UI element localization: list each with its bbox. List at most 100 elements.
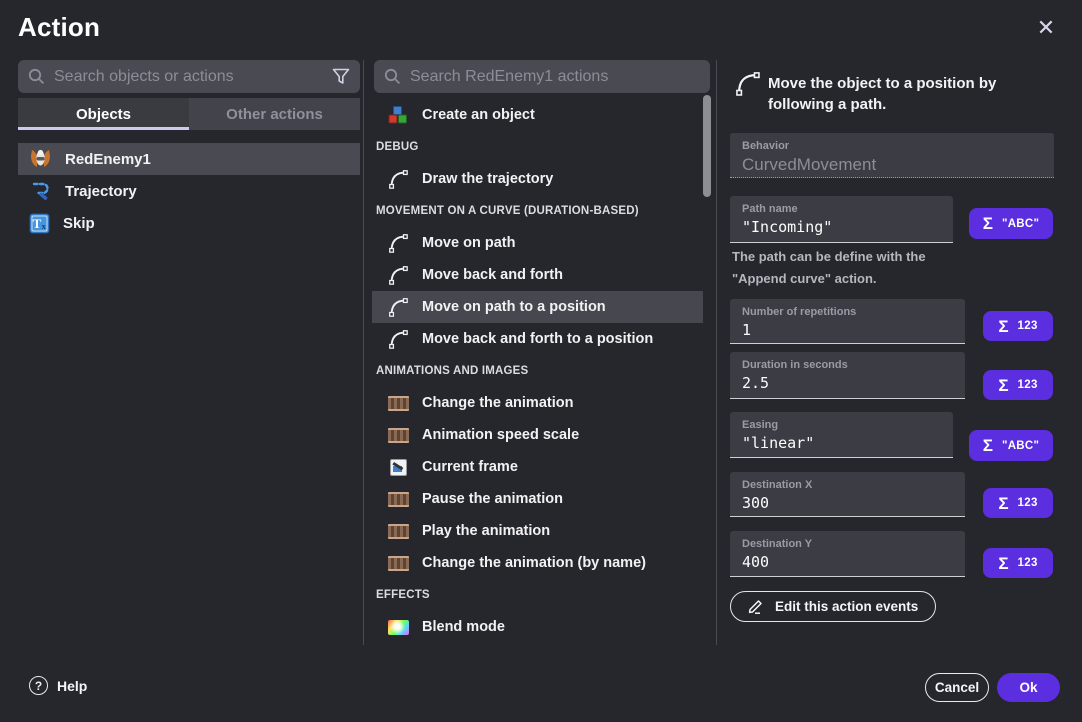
field-easing[interactable]: Easing"linear"	[730, 412, 953, 458]
action-item[interactable]: Move on path to a position	[372, 291, 703, 323]
close-icon[interactable]: ✕	[1032, 14, 1060, 42]
panel-divider-right	[716, 60, 717, 645]
action-item[interactable]: Change the animation (by name)	[372, 547, 703, 579]
tab-other-actions[interactable]: Other actions	[189, 98, 360, 130]
action-item-label: Change the animation (by name)	[422, 555, 646, 571]
actions-scrollbar[interactable]	[703, 95, 711, 197]
actions-search-input[interactable]	[410, 68, 700, 86]
tab-other-actions-label: Other actions	[226, 106, 323, 123]
tab-objects[interactable]: Objects	[18, 98, 189, 130]
panel-divider-left	[363, 60, 364, 645]
field-value[interactable]: 400	[742, 553, 953, 571]
field-value: CurvedMovement	[742, 155, 1042, 175]
objects-searchbar[interactable]	[18, 60, 360, 93]
field-value[interactable]: 1	[742, 321, 953, 339]
actions-searchbar[interactable]	[374, 60, 710, 93]
field-path-name[interactable]: Path name "Incoming"	[730, 196, 953, 243]
help-label: Help	[57, 678, 87, 694]
section-header-label: EFFECTS	[376, 589, 430, 601]
action-item[interactable]: Pause the animation	[372, 483, 703, 515]
field-duration-in-seconds[interactable]: Duration in seconds 2.5	[730, 352, 965, 399]
action-item-label: Move back and forth to a position	[422, 331, 653, 347]
action-item[interactable]: Draw the trajectory	[372, 163, 703, 195]
action-details-panel: Move the object to a position by followi…	[730, 60, 1064, 650]
cubes-icon	[387, 104, 409, 126]
field-label: Duration in seconds	[742, 359, 953, 371]
sigma-icon: Σ	[983, 437, 993, 454]
edit-action-events-button[interactable]: Edit this action events	[730, 591, 936, 622]
objects-search-input[interactable]	[54, 68, 323, 86]
field-value[interactable]: "linear"	[742, 434, 941, 452]
red-enemy-icon	[29, 148, 52, 170]
edit-action-events-label: Edit this action events	[775, 599, 918, 614]
sigma-icon: Σ	[998, 495, 1008, 512]
curve-icon	[387, 328, 409, 350]
action-item-label: Move on path to a position	[422, 299, 606, 315]
section-header: ANIMATIONS AND IMAGES	[372, 355, 703, 387]
cancel-button[interactable]: Cancel	[925, 673, 989, 702]
object-item-redenemy1[interactable]: RedEnemy1	[18, 143, 360, 175]
object-item-label: RedEnemy1	[65, 151, 151, 168]
field-label: Number of repetitions	[742, 306, 953, 318]
expression-type-label: 123	[1018, 320, 1038, 332]
field-helper-text: The path can be define with the "Append …	[732, 246, 982, 290]
action-item[interactable]: Change the animation	[372, 387, 703, 419]
tab-objects-label: Objects	[76, 106, 131, 123]
field-destination-x[interactable]: Destination X300	[730, 472, 965, 517]
field-value[interactable]: 2.5	[742, 374, 953, 392]
sigma-icon: Σ	[998, 555, 1008, 572]
film-icon	[388, 492, 409, 507]
expression-editor-button-123[interactable]: Σ 123	[983, 488, 1053, 518]
dialog-title: Action	[18, 12, 100, 43]
search-icon	[28, 68, 45, 85]
action-item[interactable]: Create an object	[372, 99, 703, 131]
field-destination-y[interactable]: Destination Y 400	[730, 531, 965, 577]
action-item[interactable]: Play the animation	[372, 515, 703, 547]
object-item-trajectory[interactable]: Trajectory	[18, 175, 360, 207]
field-label: Behavior	[742, 140, 1042, 152]
action-item[interactable]: Move back and forth to a position	[372, 323, 703, 355]
ok-button[interactable]: Ok	[997, 673, 1060, 702]
action-description: Move the object to a position by followi…	[768, 73, 1056, 115]
action-item-label: Pause the animation	[422, 491, 563, 507]
field-value[interactable]: "Incoming"	[742, 218, 941, 236]
sigma-icon: Σ	[983, 215, 993, 232]
action-item[interactable]: Current frame	[372, 451, 703, 483]
action-item[interactable]: Blend mode	[372, 611, 703, 643]
expression-type-label: "ABC"	[1002, 218, 1039, 230]
action-item-label: Move on path	[422, 235, 515, 251]
curve-icon	[387, 168, 409, 190]
expression-type-label: "ABC"	[1002, 440, 1039, 452]
help-button[interactable]: ? Help	[29, 676, 87, 695]
action-item-label: Change the animation	[422, 395, 573, 411]
field-number-of-repetitions[interactable]: Number of repetitions 1	[730, 299, 965, 344]
action-item[interactable]: Move on path	[372, 227, 703, 259]
object-item-skip[interactable]: TxSkip	[18, 207, 360, 239]
action-item-label: Current frame	[422, 459, 518, 475]
section-header-label: ANIMATIONS AND IMAGES	[376, 365, 528, 377]
field-value[interactable]: 300	[742, 494, 953, 512]
curve-path-icon	[734, 70, 761, 102]
expression-editor-button-123[interactable]: Σ123	[983, 311, 1053, 341]
expression-editor-button-123[interactable]: Σ123	[983, 548, 1053, 578]
expression-editor-button-abc[interactable]: Σ "ABC"	[969, 208, 1053, 239]
filter-icon[interactable]	[332, 68, 350, 85]
frame-icon	[390, 459, 407, 476]
objects-list: RedEnemy1 TrajectoryTxSkip	[18, 143, 360, 239]
field-label: Path name	[742, 203, 941, 215]
expression-type-label: 123	[1018, 497, 1038, 509]
section-header: EFFECTS	[372, 579, 703, 611]
question-icon: ?	[29, 676, 48, 695]
sigma-icon: Σ	[998, 377, 1008, 394]
curve-icon	[387, 264, 409, 286]
action-item[interactable]: Animation speed scale	[372, 419, 703, 451]
section-header: MOVEMENT ON A CURVE (DURATION-BASED)	[372, 195, 703, 227]
expression-editor-button-123[interactable]: Σ123	[983, 370, 1053, 400]
action-item[interactable]: Move back and forth	[372, 259, 703, 291]
film-icon	[388, 396, 409, 411]
trajectory-icon	[29, 180, 52, 202]
section-header: DEBUG	[372, 131, 703, 163]
skip-icon: Tx	[29, 213, 50, 234]
field-label: Destination Y	[742, 538, 953, 550]
expression-editor-button-abc[interactable]: Σ "ABC"	[969, 430, 1053, 461]
